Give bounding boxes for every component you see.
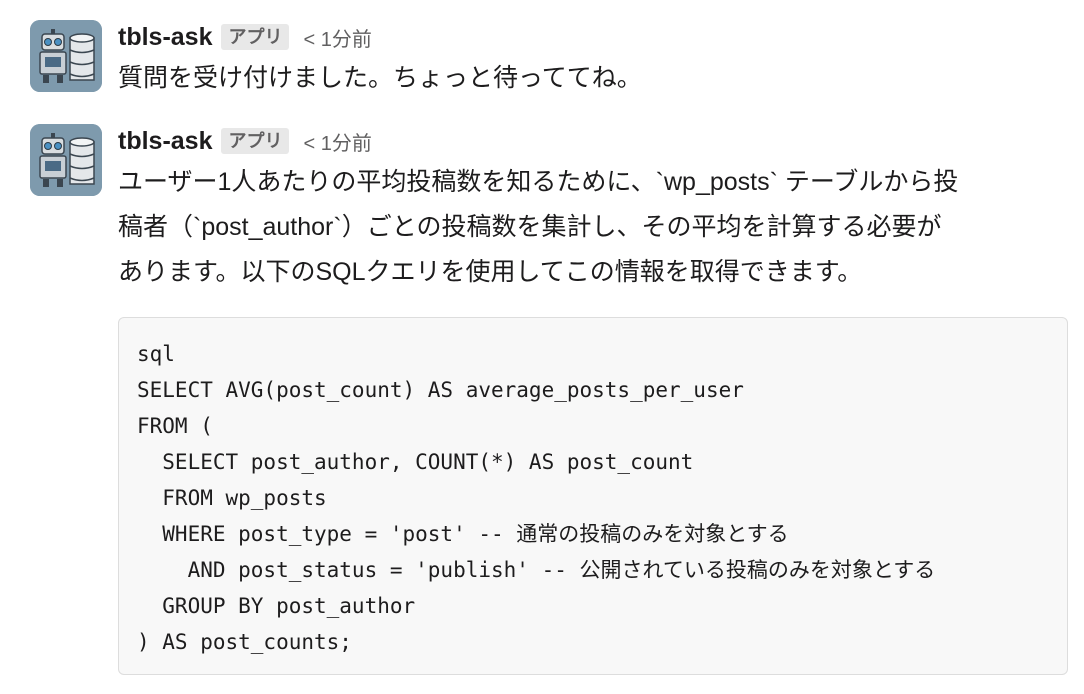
avatar[interactable] (30, 20, 102, 92)
message-header: tbls-ask アプリ < 1分前 (118, 20, 1070, 54)
code-line: SELECT post_author, COUNT(*) AS post_cou… (137, 450, 694, 474)
robot-database-icon (30, 20, 102, 92)
message-text: 質問を受け付けました。ちょっと待っててね。 (118, 64, 642, 92)
timestamp[interactable]: < 1分前 (303, 23, 371, 52)
code-line: SELECT AVG(post_count) AS average_posts_… (137, 378, 744, 402)
timestamp[interactable]: < 1分前 (303, 127, 371, 156)
message-content: tbls-ask アプリ < 1分前 ユーザー1人あたりの平均投稿数を知るために… (118, 124, 1070, 295)
message-content: tbls-ask アプリ < 1分前 質問を受け付けました。ちょっと待っててね。 (118, 20, 1070, 101)
code-line: ) AS post_counts; (137, 630, 352, 654)
code-line: GROUP BY post_author (137, 594, 416, 618)
message-paragraph: ユーザー1人あたりの平均投稿数を知るために、`wp_posts` テーブルから投… (118, 160, 1070, 295)
code-line: FROM ( (137, 414, 213, 438)
app-badge: アプリ (221, 128, 290, 154)
paragraph-line: ユーザー1人あたりの平均投稿数を知るために、`wp_posts` テーブルから投 (118, 168, 959, 196)
sender-name[interactable]: tbls-ask (118, 23, 212, 52)
code-line: FROM wp_posts (137, 486, 327, 510)
code-block[interactable]: sql SELECT AVG(post_count) AS average_po… (118, 317, 1068, 675)
code-line: AND post_status = 'publish' -- 公開されている投稿… (137, 558, 936, 582)
message-header: tbls-ask アプリ < 1分前 (118, 124, 1070, 158)
paragraph-line: 稿者（`post_author`）ごとの投稿数を集計し、その平均を計算する必要が (118, 213, 942, 241)
robot-database-icon (30, 124, 102, 196)
sender-name[interactable]: tbls-ask (118, 127, 212, 156)
avatar[interactable] (30, 124, 102, 196)
app-badge: アプリ (221, 24, 290, 50)
code-line: WHERE post_type = 'post' -- 通常の投稿のみを対象とす… (137, 522, 789, 546)
code-line: sql (137, 342, 175, 366)
paragraph-line: あります。以下のSQLクエリを使用してこの情報を取得できます。 (118, 258, 863, 286)
